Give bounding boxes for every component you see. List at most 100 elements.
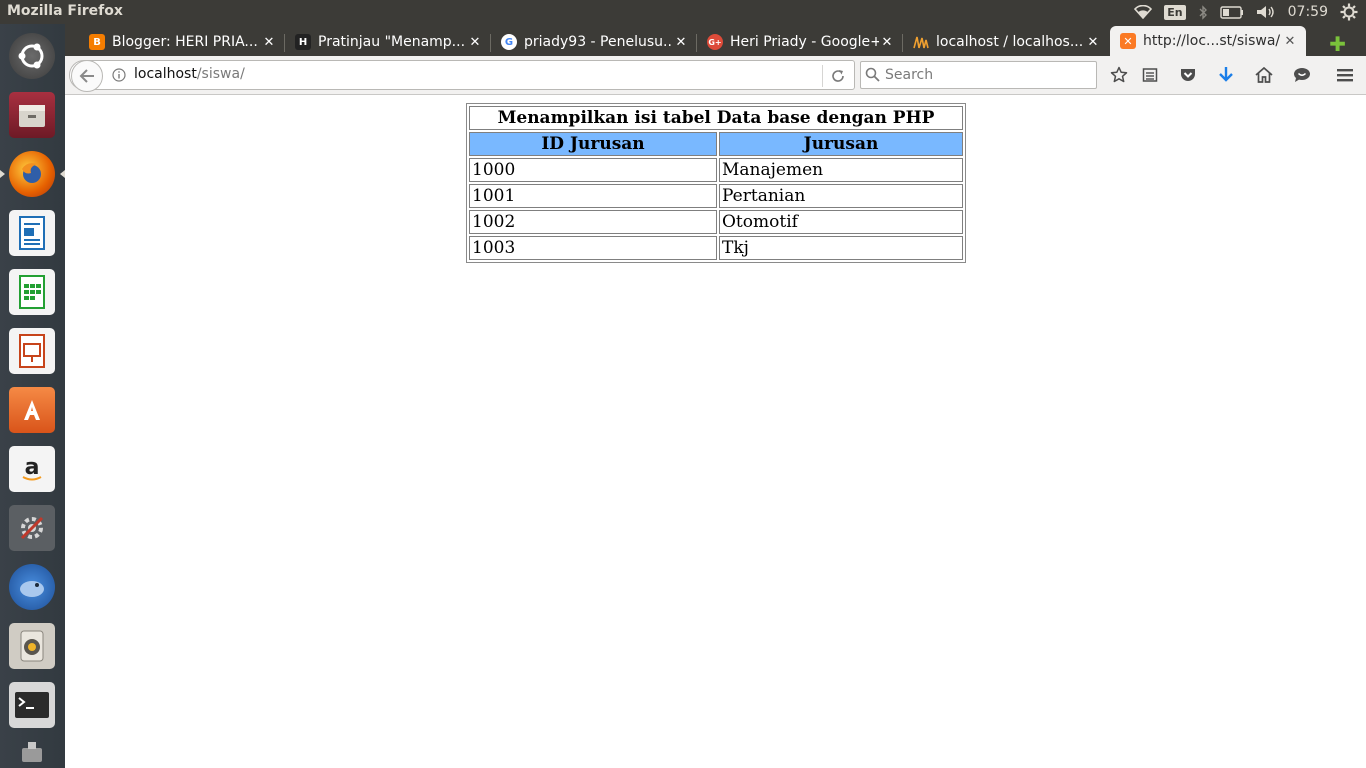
tab-pratinjau[interactable]: H Pratinjau "Menamp... ✕ [285,28,491,56]
clock[interactable]: 07:59 [1288,4,1328,20]
search-bar[interactable] [860,61,1097,89]
table-row: 1003 Tkj [469,236,963,260]
launcher-system-settings[interactable] [6,502,58,554]
reload-icon [832,70,844,82]
reload-button[interactable] [822,65,853,87]
table-title: Menampilkan isi tabel Data base dengan P… [469,106,963,130]
new-tab-plus-icon[interactable]: ✚ [1329,32,1346,56]
launcher-firefox[interactable] [0,148,65,200]
search-input[interactable] [883,65,1092,85]
tab-google-plus[interactable]: G+ Heri Priady - Google+ ✕ [697,28,903,56]
xampp-favicon-icon: ✕ [1120,33,1136,49]
running-indicator [0,170,5,178]
cell-id: 1003 [469,236,717,260]
close-tab-icon[interactable]: ✕ [261,35,277,50]
close-tab-icon[interactable]: ✕ [467,35,483,50]
tab-label: Pratinjau "Menamp... [318,34,466,50]
tab-label: Heri Priady - Google+ [730,34,879,50]
firefox-icon [9,151,55,197]
window-title: Mozilla Firefox [7,3,123,19]
unity-launcher: a [0,24,65,768]
column-header-id-jurusan: ID Jurusan [469,132,717,156]
pocket-icon[interactable] [1178,65,1198,85]
rhythmbox-icon [9,623,55,669]
tab-label: Blogger: HERI PRIA... [112,34,258,50]
files-icon [9,92,55,138]
close-tab-icon[interactable]: ✕ [879,35,895,50]
table-title-row: Menampilkan isi tabel Data base dengan P… [469,106,963,130]
system-tray: En 07:59 [1134,0,1366,24]
launcher-thunderbird[interactable] [6,561,58,613]
dash-icon [9,33,55,79]
home-icon[interactable] [1254,65,1274,85]
blog-favicon-icon: H [295,34,311,50]
table-row: 1000 Manajemen [469,158,963,182]
cell-id: 1001 [469,184,717,208]
launcher-files[interactable] [6,89,58,141]
back-arrow-icon [79,69,94,83]
google-favicon-icon: G [501,34,517,50]
svg-text:a: a [25,455,40,480]
system-settings-icon [9,505,55,551]
cell-id: 1000 [469,158,717,182]
volume-icon[interactable] [1256,5,1276,19]
tab-bar: B Blogger: HERI PRIA... ✕ H Pratinjau "M… [65,24,1366,56]
cell-jurusan: Tkj [719,236,963,260]
writer-icon [9,210,55,256]
search-icon [865,67,880,86]
bookmark-star-icon[interactable] [1109,65,1129,85]
close-tab-icon[interactable]: ✕ [1085,35,1101,50]
bluetooth-icon[interactable] [1198,4,1208,20]
tab-google-search[interactable]: G priady93 - Penelusu... ✕ [491,28,697,56]
table-row: 1001 Pertanian [469,184,963,208]
tab-blogger[interactable]: B Blogger: HERI PRIA... ✕ [79,28,285,56]
impress-icon [9,328,55,374]
column-header-jurusan: Jurusan [719,132,963,156]
close-tab-icon[interactable]: ✕ [1282,34,1298,49]
bookmarks-menu-icon[interactable] [1140,65,1160,85]
hello-chat-icon[interactable] [1292,65,1312,85]
usb-drive-icon[interactable] [18,742,46,764]
calc-icon [9,269,55,315]
blogger-favicon-icon: B [89,34,105,50]
launcher-dash[interactable] [6,30,58,82]
session-gear-icon[interactable] [1340,3,1358,21]
table-row: 1002 Otomotif [469,210,963,234]
tab-label: priady93 - Penelusu... [524,34,673,50]
url-text[interactable]: localhost/siswa/ [134,66,245,82]
launcher-rhythmbox[interactable] [6,620,58,672]
software-center-icon [9,387,55,433]
launcher-impress[interactable] [6,325,58,377]
site-info-icon[interactable] [112,67,126,82]
battery-icon[interactable] [1219,5,1244,19]
tab-phpmyadmin[interactable]: localhost / localhos... ✕ [903,28,1109,56]
cell-jurusan: Pertanian [719,184,963,208]
amazon-icon: a [9,446,55,492]
cell-id: 1002 [469,210,717,234]
back-button[interactable] [71,60,103,92]
jurusan-table: Menampilkan isi tabel Data base dengan P… [466,103,966,263]
launcher-terminal[interactable] [6,679,58,731]
launcher-calc[interactable] [6,266,58,318]
launcher-writer[interactable] [6,207,58,259]
wifi-icon[interactable] [1134,5,1153,19]
hamburger-menu-icon[interactable] [1335,65,1355,85]
cell-jurusan: Otomotif [719,210,963,234]
downloads-icon[interactable] [1216,65,1236,85]
phpmyadmin-favicon-icon [913,34,929,50]
url-path: /siswa/ [196,66,245,82]
thunderbird-icon [9,564,55,610]
tab-siswa-active[interactable]: ✕ http://loc...st/siswa/ ✕ [1110,26,1306,56]
tab-label: localhost / localhos... [936,34,1084,50]
close-tab-icon[interactable]: ✕ [673,35,689,50]
tab-label: http://loc...st/siswa/ [1143,33,1281,49]
launcher-software-center[interactable] [6,384,58,436]
keyboard-layout-indicator[interactable]: En [1164,4,1186,20]
page-content: Menampilkan isi tabel Data base dengan P… [65,95,1366,768]
url-bar[interactable]: localhost/siswa/ [69,60,855,92]
launcher-amazon[interactable]: a [6,443,58,495]
google-plus-favicon-icon: G+ [707,34,723,50]
cell-jurusan: Manajemen [719,158,963,182]
url-host: localhost [134,66,197,82]
terminal-icon [9,682,55,728]
